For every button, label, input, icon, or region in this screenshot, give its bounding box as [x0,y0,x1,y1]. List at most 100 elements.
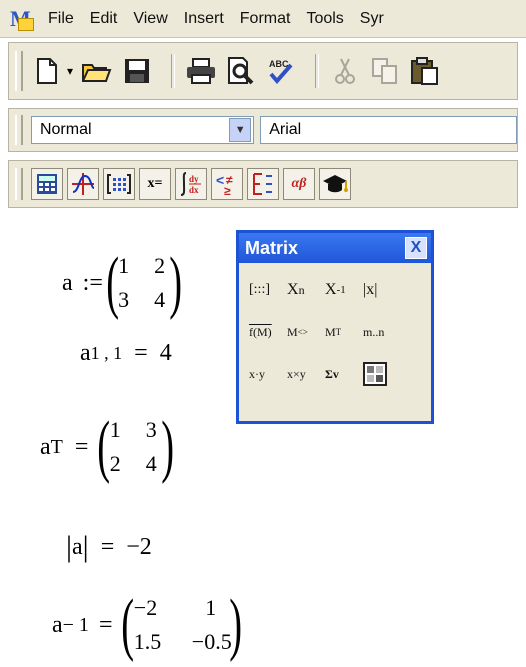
menu-view[interactable]: View [133,10,167,28]
matrix-cell: −2 [133,595,158,620]
menu-bar: M File Edit View Insert Format Tools Syr [0,0,526,38]
left-paren: ( [97,408,111,485]
toolbar-separator [171,54,176,88]
left-paren: ( [106,244,119,321]
determinant-variable: a [72,533,83,560]
open-folder-icon[interactable] [81,55,113,87]
toolbar-grip[interactable] [15,51,23,91]
transpose-matrix: 1 3 2 4 [110,417,162,477]
symbolic-icon[interactable] [319,168,351,200]
determinant-result: −2 [126,533,152,560]
vectorize-button[interactable]: f(M) [249,325,287,340]
matrix-column-button[interactable]: M <> [287,325,325,340]
transpose-evaluation[interactable]: a T = ( 1 3 2 4 ) [40,412,179,482]
new-dropdown-icon[interactable]: ▾ [67,64,73,78]
subscript-n: n [298,282,305,297]
matrix-icon[interactable] [103,168,135,200]
matrix-cell: 1 [205,595,217,620]
matrix-cell: 2 [154,253,166,278]
graph-icon[interactable] [67,168,99,200]
math-toolbar: x= dy dx < ≠ ≥ αβ [8,160,518,208]
svg-text:dy: dy [189,174,199,184]
copy-icon[interactable] [369,55,401,87]
print-icon[interactable] [185,55,217,87]
toolbar-grip[interactable] [15,167,23,201]
determinant-button[interactable]: |x| [363,281,401,299]
palette-title: Matrix [245,237,299,258]
menu-file[interactable]: File [48,10,74,28]
programming-icon[interactable] [247,168,279,200]
calculus-icon[interactable]: dy dx [175,168,207,200]
cut-icon[interactable] [329,55,361,87]
element-operator: = [134,340,148,366]
dot-product-button[interactable]: x·y [249,367,287,382]
definition-operator: := [82,269,103,296]
save-icon[interactable] [121,55,153,87]
transpose-m: M [325,324,336,339]
formatting-toolbar: Normal ▼ Arial [8,108,518,152]
menu-format[interactable]: Format [240,10,291,28]
matrix-cell: 1 [118,253,130,278]
insert-matrix-button[interactable]: [:::] [249,282,287,298]
element-variable: a [80,340,91,366]
matrix-cell: 4 [145,451,157,476]
boolean-icon[interactable]: < ≠ ≥ [211,168,243,200]
app-logo-icon[interactable]: M [10,7,38,31]
definition-matrix: 1 2 3 4 [118,253,170,313]
range-variable-button[interactable]: m..n [363,325,401,340]
matrix-cell: 3 [118,287,130,312]
matrix-transpose-button[interactable]: MT [325,325,363,340]
picture-button[interactable] [363,362,401,386]
matrix-cell: 1.5 [133,629,162,654]
inverse-exp: -1 [336,284,346,296]
transpose-superscript: T [50,435,63,458]
matrix-palette[interactable]: Matrix X [:::] Xn X -1 |x| f(M) M <> MT m.… [236,230,434,424]
font-select[interactable]: Arial [260,116,518,144]
style-value: Normal [39,121,92,138]
matrix-inverse-button[interactable]: X -1 [325,281,363,299]
column-sup: <> [297,327,308,337]
inverse-evaluation[interactable]: a − 1 = ( −2 1 1.5 −0.5 ) [52,590,247,660]
right-paren: ) [160,408,174,485]
determinant-operator: = [100,533,115,560]
element-subscript: 1 , 1 [90,343,123,363]
spell-check-icon[interactable]: ABC [265,55,297,87]
inverse-superscript: − 1 [62,613,89,636]
standard-toolbar: ▾ ABC [8,42,518,100]
paste-icon[interactable] [409,55,441,87]
evaluation-icon[interactable]: x= [139,168,171,200]
matrix-subscript-button[interactable]: Xn [287,281,325,299]
svg-text:ABC: ABC [269,59,289,69]
style-select[interactable]: Normal ▼ [30,116,255,144]
new-document-icon[interactable] [31,55,63,87]
vector-sum-button[interactable]: Σv [325,367,363,382]
element-evaluation[interactable]: a 1 , 1 = 4 [80,340,172,367]
picture-icon [363,362,387,386]
abs-bar-right: | [82,530,89,563]
definition-variable: a [62,269,73,296]
right-paren: ) [169,244,183,321]
menu-edit[interactable]: Edit [90,10,118,28]
menu-symbolics[interactable]: Syr [360,10,384,28]
menu-tools[interactable]: Tools [306,10,343,28]
inverse-variable: a [52,611,63,638]
cross-product-button[interactable]: x×y [287,367,325,382]
svg-text:dx: dx [189,185,199,195]
menu-insert[interactable]: Insert [184,10,224,28]
transpose-sup: T [335,327,342,337]
calculator-icon[interactable] [31,168,63,200]
inverse-operator: = [98,611,113,638]
toolbar-grip[interactable] [15,115,23,145]
palette-title-bar[interactable]: Matrix X [239,233,431,263]
print-preview-icon[interactable] [225,55,257,87]
determinant-evaluation[interactable]: | a | = −2 [66,530,152,564]
toolbar-separator [315,54,320,88]
left-paren: ( [121,586,135,663]
transpose-variable: a [40,433,51,460]
chevron-down-icon[interactable]: ▼ [229,118,252,142]
matrix-definition[interactable]: a := ( 1 2 3 4 ) [62,248,187,318]
close-icon[interactable]: X [405,237,427,259]
greek-icon[interactable]: αβ [283,168,315,200]
font-value: Arial [269,121,302,138]
svg-text:<: < [216,172,224,188]
